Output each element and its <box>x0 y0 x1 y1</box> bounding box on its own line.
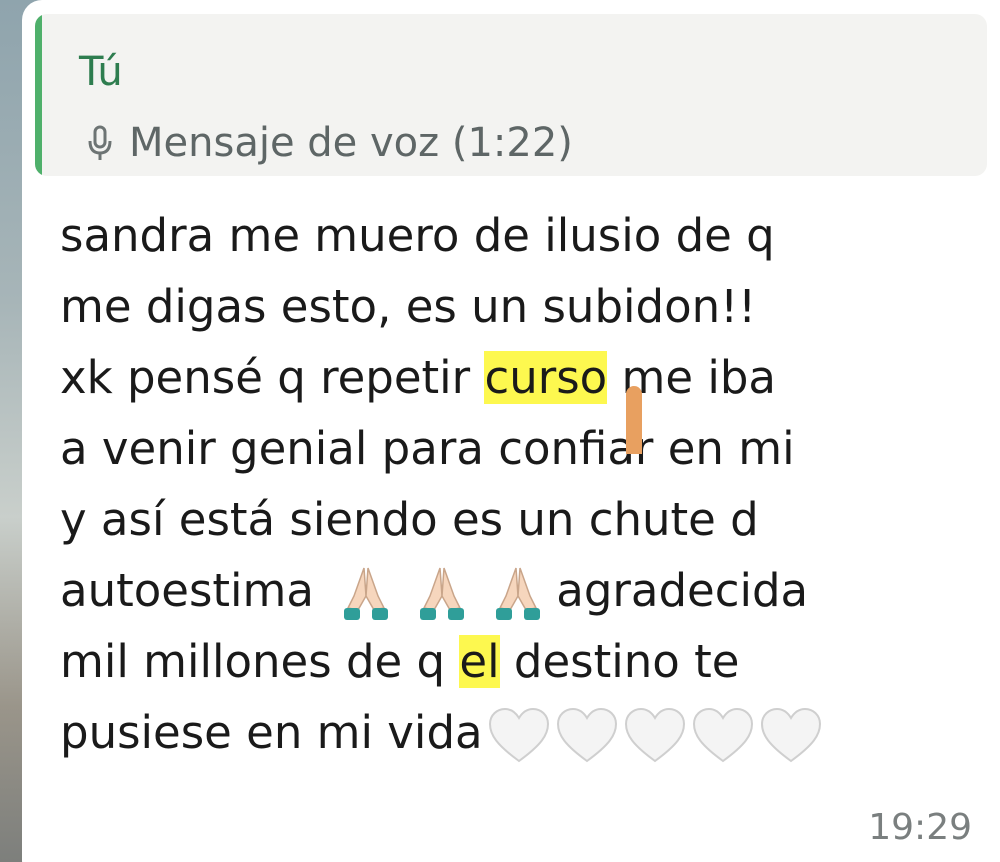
message-timestamp: 19:29 <box>868 807 972 848</box>
voice-message-label: Mensaje de voz (1:22) <box>129 120 573 166</box>
message-line: mil millones de q el destino te <box>60 626 823 697</box>
white-heart-icon <box>760 707 821 763</box>
message-line-text: pusiese en mi vida <box>60 706 483 759</box>
message-line: y así está siendo es un chute d <box>60 484 823 555</box>
message-line: pusiese en mi vida <box>60 697 823 768</box>
message-line: sandra me muero de ilusio de q <box>60 200 823 271</box>
highlighted-word: el <box>459 635 500 688</box>
message-line-text: sandra me muero de ilusio de q <box>60 209 775 262</box>
message-line-text: mil millones de q <box>60 635 460 688</box>
folded-hands-icon <box>420 567 465 620</box>
white-heart-icon <box>488 707 549 763</box>
message-line-text: agradecida <box>556 564 809 617</box>
message-line-text: y así está siendo es un chute d <box>60 493 759 546</box>
chat-screen: Tú Mensaje de voz (1:22) sandra me muero… <box>0 0 1000 862</box>
message-line: autoestima agradecida <box>60 555 823 626</box>
highlighted-word: curso <box>484 351 608 404</box>
quote-content: Mensaje de voz (1:22) <box>85 118 573 168</box>
folded-hands-icon <box>496 567 541 620</box>
message-line-text: a venir genial para confiar en mi <box>60 422 795 475</box>
message-line: me digas esto, es un subidon!! <box>60 271 823 342</box>
message-text: sandra me muero de ilusio de q me digas … <box>60 200 823 768</box>
quote-author: Tú <box>79 49 123 95</box>
message-line-text: xk pensé q repetir <box>60 351 485 404</box>
message-line-text: me digas esto, es un subidon!! <box>60 280 757 333</box>
folded-hands-icon <box>344 567 389 620</box>
microphone-icon <box>88 125 112 160</box>
message-line: xk pensé q repetir curso me iba <box>60 342 823 413</box>
white-heart-icon <box>692 707 753 763</box>
text-selection-handle[interactable] <box>626 386 642 454</box>
white-heart-icon <box>556 707 617 763</box>
white-heart-icon <box>624 707 685 763</box>
message-line-text: autoestima <box>60 564 329 617</box>
quote-accent-bar <box>35 14 42 176</box>
message-line: a venir genial para confiar en mi <box>60 413 823 484</box>
message-line-text: destino te <box>499 635 740 688</box>
quoted-message[interactable]: Tú Mensaje de voz (1:22) <box>35 14 987 176</box>
